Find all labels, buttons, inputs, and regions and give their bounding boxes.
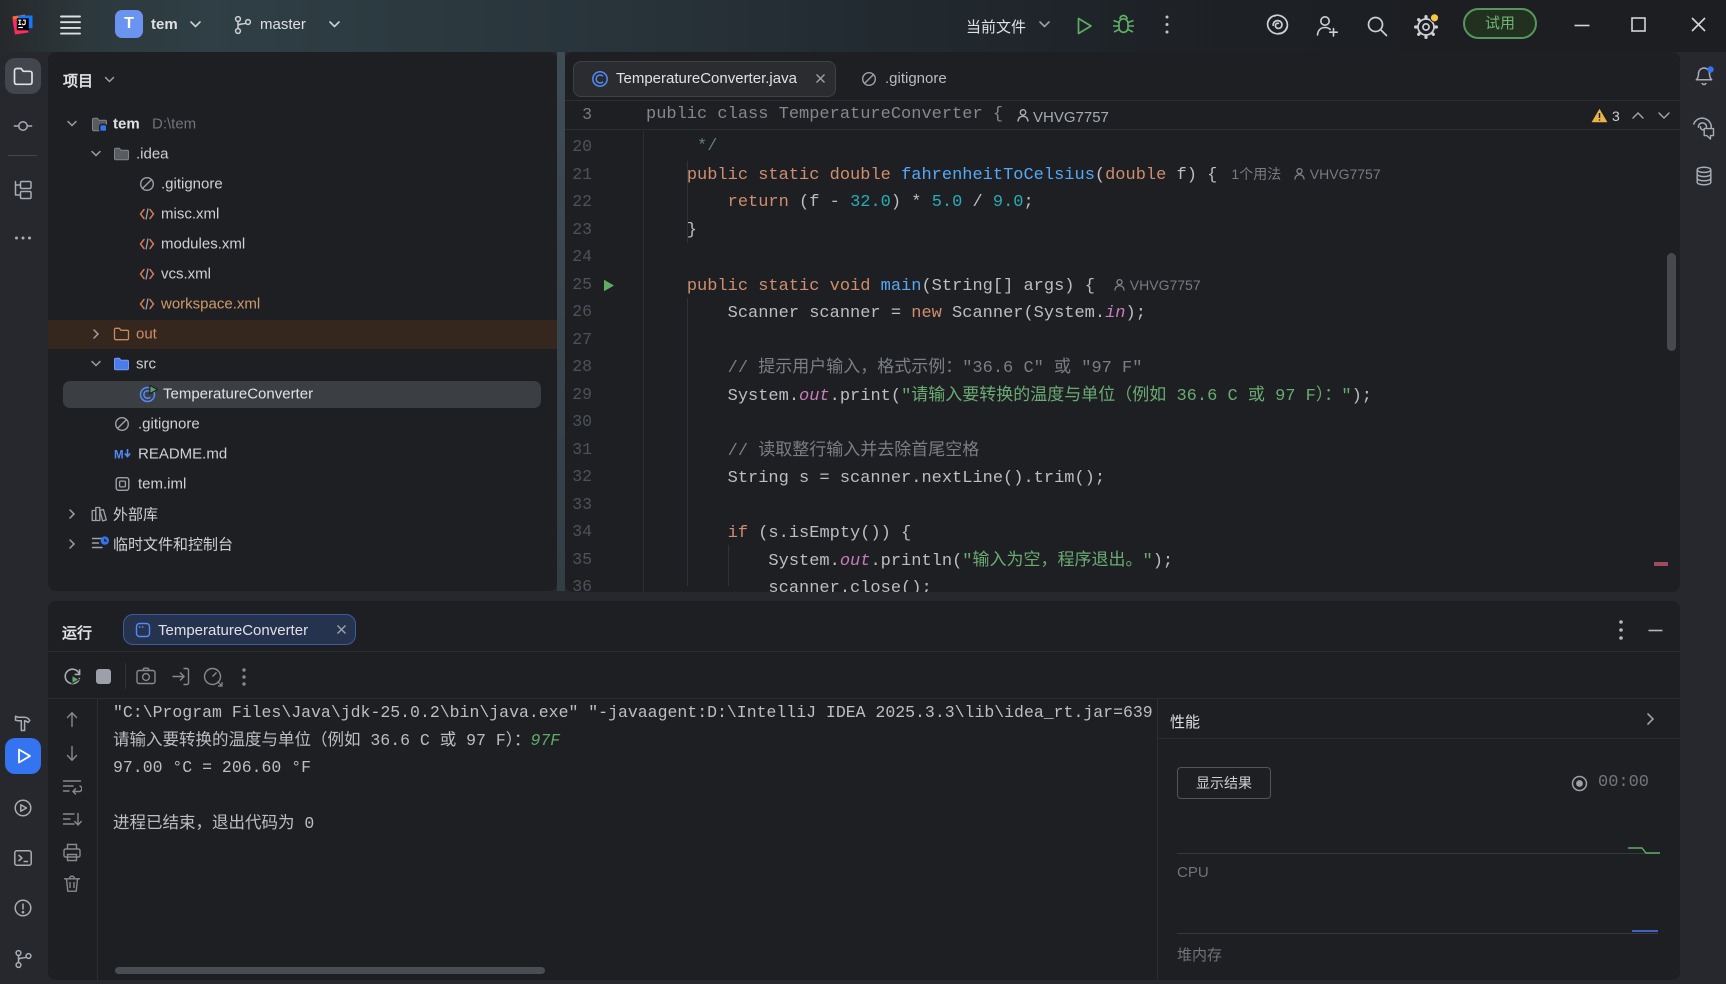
svg-text:M: M <box>114 450 124 462</box>
